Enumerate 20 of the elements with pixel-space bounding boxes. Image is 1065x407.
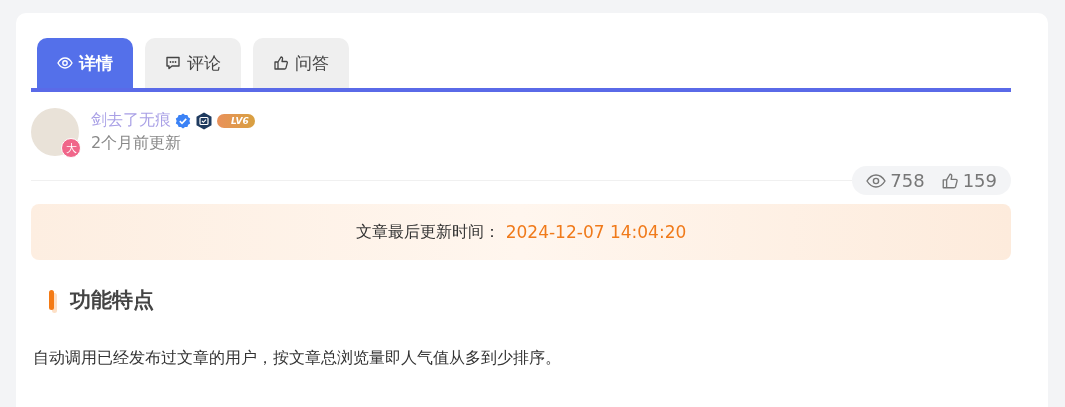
section-paragraph: 自动调用已经发布过文章的用户，按文章总浏览量即人气值从多到少排序。 bbox=[33, 348, 562, 369]
avatar-badge: 大 bbox=[61, 138, 81, 158]
eye-icon bbox=[57, 55, 73, 71]
calendar-badge-icon bbox=[195, 111, 213, 130]
heading-marker bbox=[49, 290, 54, 310]
eye-icon bbox=[866, 172, 887, 189]
thumbs-up-icon bbox=[940, 171, 959, 190]
comment-icon bbox=[165, 55, 181, 71]
avatar[interactable] bbox=[31, 108, 79, 156]
thumbs-up-icon bbox=[273, 55, 289, 71]
tab[interactable]: 评论 bbox=[145, 38, 241, 88]
banner-label: 文章最后更新时间： bbox=[355, 221, 500, 243]
tab[interactable]: 详情 bbox=[37, 38, 133, 88]
like-count: 159 bbox=[962, 170, 997, 191]
update-time: 2个月前更新 bbox=[91, 133, 183, 154]
banner-time: 2024-12-07 14:04:20 bbox=[505, 222, 687, 242]
section-heading: 功能特点 bbox=[70, 287, 154, 314]
view-count: 758 bbox=[890, 170, 925, 191]
level-badge: LV6 bbox=[217, 113, 255, 128]
tab[interactable]: 问答 bbox=[253, 38, 349, 88]
